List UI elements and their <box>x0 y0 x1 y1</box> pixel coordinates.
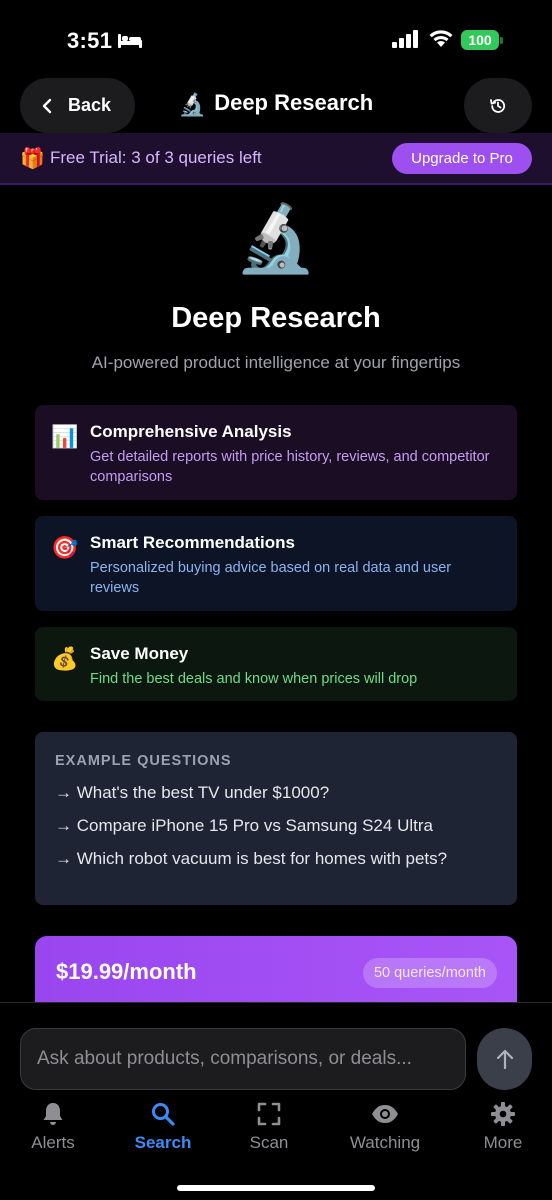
battery-level: 100 <box>461 30 499 50</box>
feature-card-analysis: 📊 Comprehensive Analysis Get detailed re… <box>35 405 517 500</box>
home-indicator <box>177 1185 375 1191</box>
cellular-signal-icon <box>392 30 418 48</box>
tab-bar: Alerts Search Scan Watching More <box>0 1101 552 1161</box>
arrow-up-icon <box>496 1049 513 1070</box>
tab-label: Scan <box>249 1133 289 1152</box>
tab-watching[interactable]: Watching <box>340 1101 430 1153</box>
price-label: $19.99/month <box>56 959 197 984</box>
bottom-bar: Alerts Search Scan Watching <box>0 1002 552 1200</box>
feature-description: Personalized buying advice based on real… <box>90 560 452 596</box>
gift-icon: 🎁 <box>20 148 45 170</box>
example-questions-panel: EXAMPLE QUESTIONS → What's the best TV u… <box>35 732 517 905</box>
sleep-bed-icon <box>118 34 142 48</box>
feature-title: Smart Recommendations <box>90 533 295 552</box>
battery-tip <box>500 37 503 44</box>
tab-label: Search <box>134 1133 192 1152</box>
eye-icon <box>372 1105 398 1123</box>
history-button[interactable] <box>464 78 532 133</box>
status-time: 3:51 <box>67 28 113 53</box>
example-questions-heading: EXAMPLE QUESTIONS <box>55 753 232 769</box>
gear-icon <box>491 1102 515 1126</box>
tab-label: More <box>483 1133 523 1152</box>
target-icon: 🎯 <box>51 535 79 560</box>
example-question[interactable]: → Which robot vacuum is best for homes w… <box>55 849 497 869</box>
query-input-container[interactable] <box>20 1028 466 1090</box>
example-question[interactable]: → Compare iPhone 15 Pro vs Samsung S24 U… <box>55 816 497 836</box>
query-input[interactable] <box>37 1048 449 1070</box>
bell-icon <box>43 1103 63 1125</box>
battery-indicator: 100 <box>461 30 503 50</box>
feature-title: Save Money <box>90 644 189 663</box>
tab-more[interactable]: More <box>476 1101 530 1153</box>
queries-badge: 50 queries/month <box>362 958 497 988</box>
page-title-text: Deep Research <box>214 90 374 115</box>
bar-chart-icon: 📊 <box>51 424 79 449</box>
example-question[interactable]: → What's the best TV under $1000? <box>55 783 497 803</box>
trial-text: Free Trial: 3 of 3 queries left <box>50 148 262 167</box>
wifi-icon <box>429 30 453 47</box>
tab-scan[interactable]: Scan <box>242 1101 296 1153</box>
search-icon <box>152 1103 175 1126</box>
send-button[interactable] <box>477 1028 532 1090</box>
tab-label: Alerts <box>31 1133 75 1152</box>
tab-label: Watching <box>349 1133 421 1152</box>
feature-card-recommendations: 🎯 Smart Recommendations Personalized buy… <box>35 516 517 611</box>
feature-description: Find the best deals and know when prices… <box>90 671 418 687</box>
tab-search[interactable]: Search <box>128 1101 198 1153</box>
microscope-icon: 🔬 <box>178 92 207 117</box>
feature-card-save-money: 💰 Save Money Find the best deals and kno… <box>35 627 517 701</box>
tab-alerts[interactable]: Alerts <box>22 1101 84 1153</box>
money-bag-icon: 💰 <box>51 646 79 671</box>
history-icon <box>490 98 506 113</box>
upgrade-to-pro-button[interactable]: Upgrade to Pro <box>392 143 532 174</box>
status-bar: 3:51 100 <box>0 0 552 80</box>
feature-title: Comprehensive Analysis <box>90 422 292 441</box>
scan-icon <box>257 1102 281 1126</box>
hero-microscope-icon: 🔬 <box>234 201 318 275</box>
pricing-card[interactable]: $19.99/month 50 queries/month <box>35 936 517 1006</box>
hero-title: Deep Research <box>171 302 381 334</box>
free-trial-banner: 🎁 Free Trial: 3 of 3 queries left Upgrad… <box>0 133 552 185</box>
feature-description: Get detailed reports with price history,… <box>90 449 490 485</box>
hero-subtitle: AI-powered product intelligence at your … <box>91 353 461 372</box>
